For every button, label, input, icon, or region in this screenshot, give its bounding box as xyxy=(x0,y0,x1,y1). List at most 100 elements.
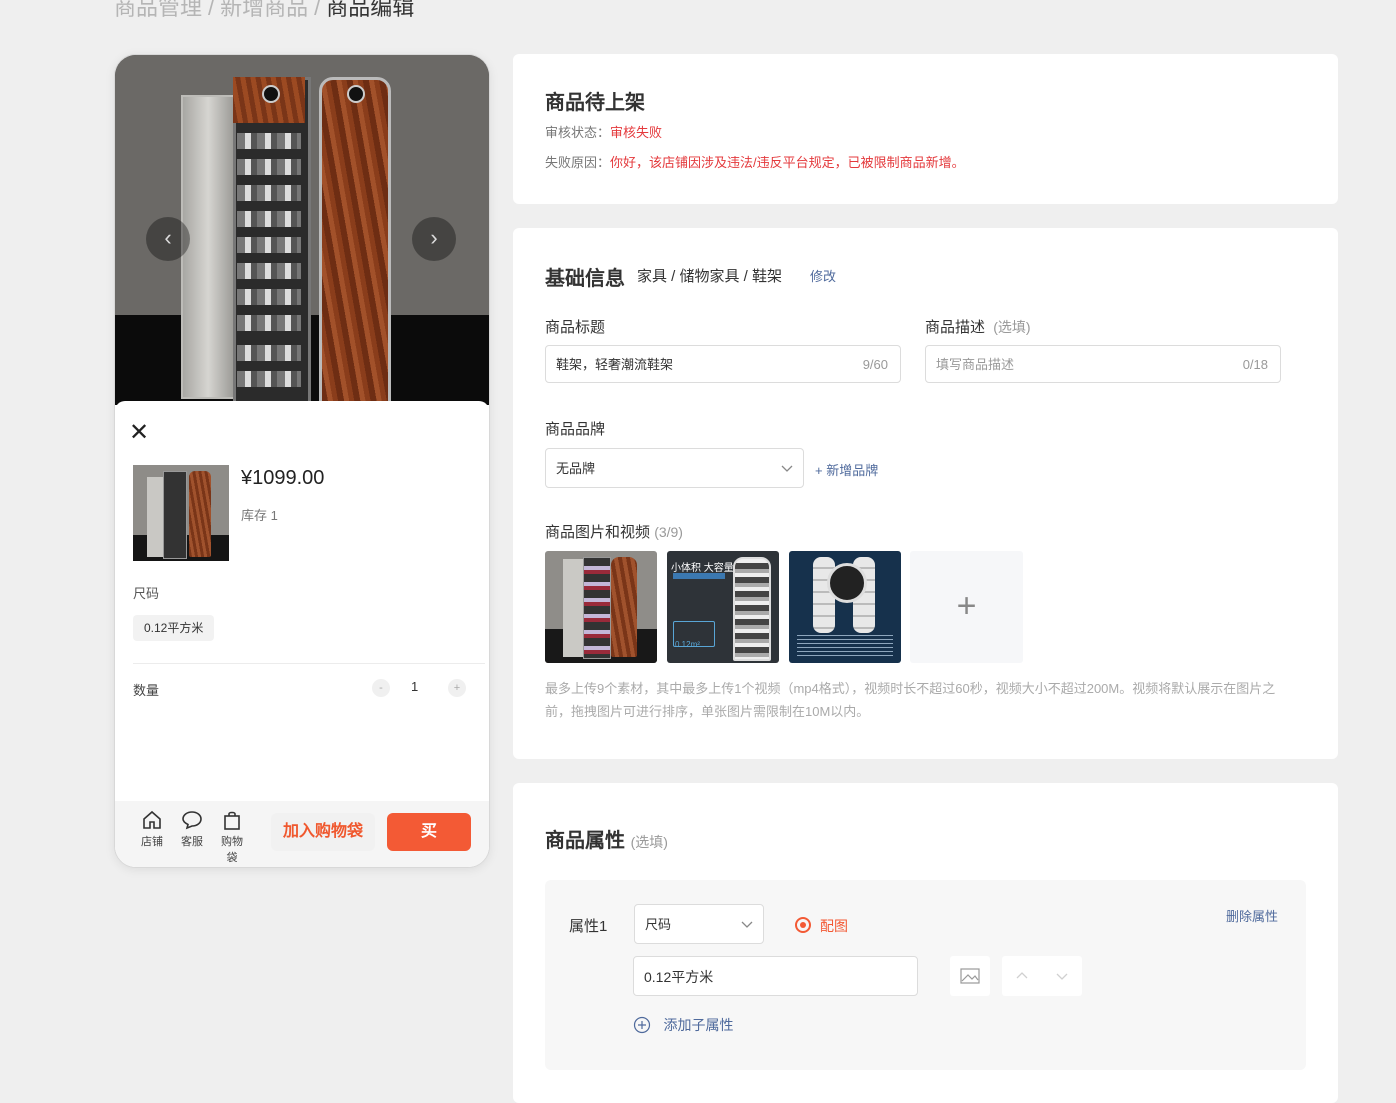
status-card: 商品待上架 审核状态：审核失败 失败原因：你好，该店铺因涉及违法/违反平台规定，… xyxy=(513,54,1338,204)
attributes-optional: (选填) xyxy=(630,834,668,850)
cabinet-knob xyxy=(347,85,365,103)
tab-shopping-bag[interactable]: 购物袋 xyxy=(216,809,248,865)
review-status-label: 审核状态： xyxy=(545,125,611,140)
shoe-shelf xyxy=(237,185,301,201)
product-desc-optional: (选填) xyxy=(993,319,1031,335)
quantity-label: 数量 xyxy=(133,683,160,698)
add-media-button[interactable]: + xyxy=(910,551,1023,663)
media-thumbnail[interactable]: 小体积 大容量 0.12m² xyxy=(667,551,779,663)
plus-circle-icon xyxy=(633,1016,655,1034)
attribute-value-text: 0.12平方米 xyxy=(644,969,714,985)
breadcrumb-separator: / xyxy=(208,0,215,20)
brand-select[interactable]: 无品牌 xyxy=(545,448,804,488)
breadcrumb: 商品管理 / 新增商品 / 商品编辑 xyxy=(114,0,414,22)
delete-attribute-link[interactable]: 删除属性 xyxy=(1226,906,1278,925)
move-up-icon[interactable] xyxy=(1016,956,1028,1001)
product-desc-input[interactable]: 填写商品描述 0/18 xyxy=(925,345,1281,383)
media-thumbnail-tag xyxy=(673,573,725,579)
bag-icon xyxy=(216,809,248,833)
store-icon xyxy=(136,809,168,833)
carousel-next-icon[interactable]: › xyxy=(412,217,456,261)
media-thumbnail-text xyxy=(797,635,893,657)
mobile-preview: ‹ › ✕ ¥1099.00 库存 1 尺码 0.12平方米 数量 - 1 + … xyxy=(114,54,490,868)
sku-stock: 库存 1 xyxy=(241,508,278,523)
fail-reason-label: 失败原因： xyxy=(545,155,611,170)
attributes-card: 商品属性 (选填) 属性1 尺码 配图 删除属性 0.12平方米 添加子属性 xyxy=(513,783,1338,1103)
bottom-action-bar: 店铺 客服 购物袋 加入购物袋 买 xyxy=(115,801,489,867)
media-thumbnail-lock xyxy=(827,563,867,603)
image-icon xyxy=(950,968,990,1000)
shoe-shelf xyxy=(237,237,301,253)
sku-price: ¥1099.00 xyxy=(241,467,325,489)
modify-category-link[interactable]: 修改 xyxy=(810,266,836,285)
chevron-down-icon xyxy=(781,449,793,505)
cabinet-mirror xyxy=(181,95,241,399)
product-title-input[interactable]: 鞋架，轻奢潮流鞋架 9/60 xyxy=(545,345,901,383)
attributes-title: 商品属性 (选填) xyxy=(545,824,668,853)
breadcrumb-separator: / xyxy=(314,0,321,20)
product-image-carousel[interactable]: ‹ › xyxy=(115,55,489,405)
attributes-title-text: 商品属性 xyxy=(545,830,625,852)
shoe-shelf xyxy=(237,133,301,149)
move-down-icon[interactable] xyxy=(1056,956,1068,1001)
breadcrumb-item-current: 商品编辑 xyxy=(326,0,415,20)
brand-label: 商品品牌 xyxy=(545,421,606,438)
media-label: 商品图片和视频 (3/9) xyxy=(545,521,683,542)
status-title: 商品待上架 xyxy=(545,92,645,114)
carousel-prev-icon[interactable]: ‹ xyxy=(146,217,190,261)
spec-option-chip[interactable]: 0.12平方米 xyxy=(133,615,215,641)
attribute-label: 属性1 xyxy=(569,918,608,935)
media-label-text: 商品图片和视频 xyxy=(545,524,651,541)
add-sub-attribute-button[interactable]: 添加子属性 xyxy=(633,1015,733,1035)
add-to-bag-button[interactable]: 加入购物袋 xyxy=(271,813,375,851)
category-path: 家具 / 储物家具 / 鞋架 xyxy=(637,268,783,285)
attribute-value-input[interactable]: 0.12平方米 xyxy=(633,956,918,996)
product-desc-count: 0/18 xyxy=(1242,357,1268,372)
attribute-image-upload[interactable] xyxy=(950,956,990,996)
thumbnail-cabinet xyxy=(163,471,187,559)
media-thumbnail[interactable] xyxy=(789,551,901,663)
sku-sheet: ✕ ¥1099.00 库存 1 尺码 0.12平方米 数量 - 1 + xyxy=(115,401,489,867)
media-upload-note: 最多上传9个素材，其中最多上传1个视频（mp4格式），视频时长不超过60秒，视频… xyxy=(545,681,1276,719)
thumbnail-mirror xyxy=(147,477,163,557)
with-image-label[interactable]: 配图 xyxy=(820,916,848,936)
tab-store[interactable]: 店铺 xyxy=(136,809,168,849)
tab-customer-service[interactable]: 客服 xyxy=(176,809,208,849)
media-count: (3/9) xyxy=(654,524,683,540)
quantity-value: 1 xyxy=(411,679,419,694)
add-sub-attribute-label: 添加子属性 xyxy=(663,1017,734,1033)
chevron-down-icon xyxy=(741,905,753,961)
media-thumbnail[interactable] xyxy=(545,551,657,663)
cabinet-knob xyxy=(262,85,280,103)
media-thumbnail-cabinet xyxy=(583,557,611,659)
attribute-type-select[interactable]: 尺码 xyxy=(634,904,764,944)
product-desc-placeholder: 填写商品描述 xyxy=(936,357,1015,372)
media-thumbnail-cabinet xyxy=(733,557,771,661)
basic-info-title: 基础信息 xyxy=(545,268,625,290)
breadcrumb-item-product-management[interactable]: 商品管理 xyxy=(114,0,202,20)
chat-icon xyxy=(176,809,208,833)
attribute-group: 属性1 尺码 配图 删除属性 0.12平方米 添加子属性 xyxy=(545,880,1306,1070)
divider xyxy=(133,663,485,664)
attribute-sort-controls xyxy=(1002,956,1082,996)
tab-store-label: 店铺 xyxy=(141,836,163,848)
with-image-radio[interactable] xyxy=(795,917,811,933)
media-thumbnail-size: 0.12m² xyxy=(675,640,700,649)
quantity-plus-button[interactable]: + xyxy=(448,679,466,697)
cabinet-door xyxy=(319,77,391,405)
buy-button[interactable]: 买 xyxy=(387,813,471,851)
add-brand-link[interactable]: + 新增品牌 xyxy=(815,460,878,479)
shoe-shelf xyxy=(237,371,301,387)
brand-select-value: 无品牌 xyxy=(556,461,596,476)
basic-info-card: 基础信息 家具 / 储物家具 / 鞋架 修改 商品标题 鞋架，轻奢潮流鞋架 9/… xyxy=(513,228,1338,759)
product-desc-label-text: 商品描述 xyxy=(925,319,986,336)
spec-label: 尺码 xyxy=(133,586,160,601)
close-icon[interactable]: ✕ xyxy=(129,421,149,445)
breadcrumb-item-new-product[interactable]: 新增商品 xyxy=(220,0,308,20)
review-status-value: 审核失败 xyxy=(610,125,663,140)
product-title-count: 9/60 xyxy=(862,357,888,372)
quantity-minus-button[interactable]: - xyxy=(372,679,390,697)
thumbnail-door xyxy=(189,471,211,557)
media-thumbnail-caption: 小体积 大容量 xyxy=(671,563,734,574)
review-status: 审核状态：审核失败 xyxy=(545,122,662,141)
